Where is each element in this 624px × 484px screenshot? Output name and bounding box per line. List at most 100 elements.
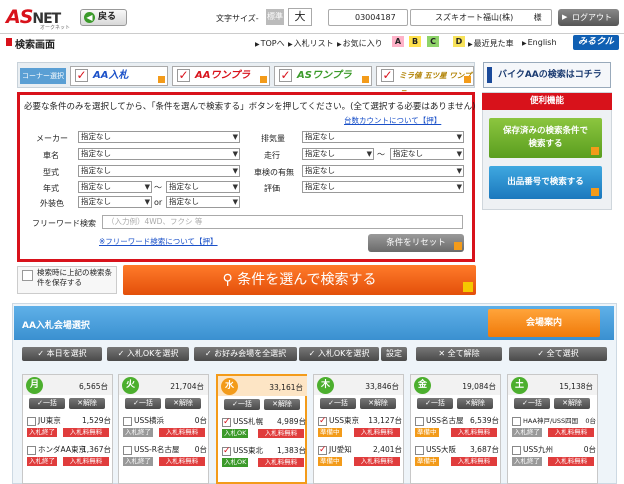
favorite-a-button[interactable]: A	[392, 36, 404, 47]
color-select-2[interactable]: 指定なし	[166, 196, 240, 208]
select-favorite-venues-button[interactable]: ✓ お好み会場を全選択	[194, 347, 297, 361]
english-link[interactable]: English	[522, 38, 557, 47]
year-from-select[interactable]: 指定なし	[78, 181, 152, 193]
maker-select[interactable]: 指定なし	[78, 131, 240, 143]
venue-row[interactable]: ✓ USS札幌 4,989台	[222, 416, 306, 427]
venue-row[interactable]: ホンダAA東京 1,367台	[27, 444, 111, 455]
logo-subtitle: オークネット	[40, 25, 71, 31]
venue-settings-button[interactable]: 設定	[381, 347, 407, 361]
search-button[interactable]: ⚲ 条件を選んで検索する	[123, 265, 476, 295]
model-select[interactable]: 指定なし	[78, 165, 240, 177]
venue-row[interactable]: USS名古屋 6,539台	[415, 415, 499, 426]
select-bid-ok-favorites-button[interactable]: ✓ 入札OKを選択	[299, 347, 379, 361]
venue-row[interactable]: USS大阪 3,687台	[415, 444, 499, 455]
year-to-select[interactable]: 指定なし	[166, 181, 240, 193]
nav-top-link[interactable]: TOPへ	[255, 38, 285, 49]
rating-select[interactable]: 指定なし	[302, 181, 464, 193]
recently-viewed-link[interactable]: 最近見た車	[468, 38, 514, 49]
rating-label: 評価	[264, 184, 280, 193]
venue-row[interactable]: HAA神戸/USS四国 0台	[512, 415, 596, 426]
tab-aa-onepra[interactable]: ✓ AAワンプラ	[172, 66, 270, 86]
tab-as-onepra[interactable]: ✓ ASワンプラ	[274, 66, 372, 86]
color-select-1[interactable]: 指定なし	[78, 196, 152, 208]
tab-mira-five-star[interactable]: ✓ミラ値 五ツ星 ワンプラ	[376, 66, 474, 98]
venue-row[interactable]: JU東京 1,529台	[27, 415, 111, 426]
venue-checkbox-checked[interactable]: ✓	[222, 446, 231, 456]
venue-checkbox-checked[interactable]: ✓	[318, 416, 327, 426]
mirukun-button[interactable]: みるクル	[573, 35, 619, 50]
venue-checkbox-checked[interactable]: ✓	[318, 445, 327, 455]
reset-conditions-button[interactable]: 条件をリセット	[368, 234, 464, 252]
favorite-c-button[interactable]: C	[427, 36, 439, 47]
clear-day-button[interactable]: ✕解除	[554, 398, 590, 409]
favorite-b-button[interactable]: B	[409, 36, 421, 47]
mileage-to-select[interactable]: 指定なし	[390, 148, 464, 160]
status-badge: 準備中	[318, 457, 342, 466]
logout-button[interactable]: ログアウト	[558, 9, 619, 26]
car-name-select[interactable]: 指定なし	[78, 148, 240, 160]
displacement-select[interactable]: 指定なし	[302, 131, 464, 143]
fee-badge: 入札料無料	[548, 457, 594, 466]
venue-checkbox[interactable]	[512, 416, 521, 426]
venue-row[interactable]: ✓ JU愛知 2,401台	[318, 444, 402, 455]
select-today-button[interactable]: ✓ 本日を選択	[22, 347, 102, 361]
arrow-mark-icon	[591, 147, 599, 155]
mileage-label: 走行	[264, 151, 280, 160]
venue-checkbox[interactable]	[512, 445, 521, 455]
day-badge: 木	[317, 377, 334, 394]
venue-checkbox[interactable]	[27, 416, 36, 426]
select-all-day-button[interactable]: ✓一括	[417, 398, 453, 409]
venue-checkbox[interactable]	[123, 416, 132, 426]
select-all-day-button[interactable]: ✓一括	[125, 398, 161, 409]
mileage-from-select[interactable]: 指定なし	[302, 148, 374, 160]
page-title: 検索画面	[6, 36, 55, 51]
nav-bid-list-link[interactable]: 入札リスト	[288, 38, 334, 49]
font-size-standard-button[interactable]: 標準	[266, 9, 284, 25]
venue-checkbox-checked[interactable]: ✓	[222, 417, 231, 427]
bike-aa-link[interactable]: バイクAAの検索はコチラ	[483, 62, 611, 88]
venue-row[interactable]: ✓ USS東北 1,383台	[222, 445, 306, 456]
status-badge: 入札OK	[222, 458, 249, 467]
venue-checkbox[interactable]	[415, 445, 424, 455]
tab-aa-bid[interactable]: ✓ AA入札	[70, 66, 168, 86]
clear-day-button[interactable]: ✕解除	[69, 398, 105, 409]
venue-checkbox[interactable]	[415, 416, 424, 426]
freeword-input[interactable]: （入力例）4WD、フクシ 等	[102, 215, 463, 229]
select-bid-ok-button[interactable]: ✓ 入札OKを選択	[107, 347, 189, 361]
select-all-day-button[interactable]: ✓一括	[320, 398, 356, 409]
save-conditions-checkbox[interactable]	[22, 270, 33, 281]
venue-checkbox[interactable]	[27, 445, 36, 455]
venue-checkbox[interactable]	[123, 445, 132, 455]
venue-info-button[interactable]: 会場案内	[488, 309, 600, 337]
lot-number-search-button[interactable]: 出品番号で検索する	[489, 166, 602, 199]
count-info-link[interactable]: 台数カウントについて【押】	[344, 115, 441, 126]
checkbox-checked-icon: ✓	[279, 68, 292, 82]
venue-row[interactable]: USS九州 0台	[512, 444, 596, 455]
venue-row[interactable]: USS-R名古屋 0台	[123, 444, 207, 455]
select-all-button[interactable]: ✓ 全て選択	[509, 347, 607, 361]
nav-favorites-link[interactable]: お気に入り	[337, 38, 383, 49]
day-column-tuesday: 火 21,704台 ✓一括 ✕解除 USS横浜 0台 入札終了 入札料無料 USS-…	[118, 374, 209, 484]
select-all-day-button[interactable]: ✓一括	[29, 398, 65, 409]
clear-day-button[interactable]: ✕解除	[457, 398, 493, 409]
select-all-day-button[interactable]: ✓一括	[224, 399, 260, 410]
font-size-large-button[interactable]: 大	[288, 8, 312, 26]
day-count: 33,846台	[365, 382, 399, 391]
clear-all-button[interactable]: ✕ 全て解除	[416, 347, 502, 361]
saved-search-button[interactable]: 保存済みの検索条件で 検索する	[489, 118, 602, 158]
inspection-select[interactable]: 指定なし	[302, 165, 464, 177]
clear-day-button[interactable]: ✕解除	[165, 398, 201, 409]
favorite-d-button[interactable]: D	[453, 36, 465, 47]
year-label: 年式	[43, 184, 59, 193]
select-all-day-button[interactable]: ✓一括	[514, 398, 550, 409]
venue-row[interactable]: USS横浜 0台	[123, 415, 207, 426]
fee-badge: 入札料無料	[548, 428, 594, 437]
back-button[interactable]: ◀ 戻る	[80, 9, 127, 26]
clear-day-button[interactable]: ✕解除	[360, 398, 396, 409]
utility-panel-title: 便利機能	[482, 93, 612, 110]
venue-row[interactable]: ✓ USS東京 13,127台	[318, 415, 402, 426]
back-arrow-icon: ◀	[84, 12, 95, 23]
freeword-info-link[interactable]: ※フリーワード検索について【押】	[99, 236, 218, 247]
clear-day-button[interactable]: ✕解除	[264, 399, 300, 410]
model-label: 型式	[43, 168, 59, 177]
